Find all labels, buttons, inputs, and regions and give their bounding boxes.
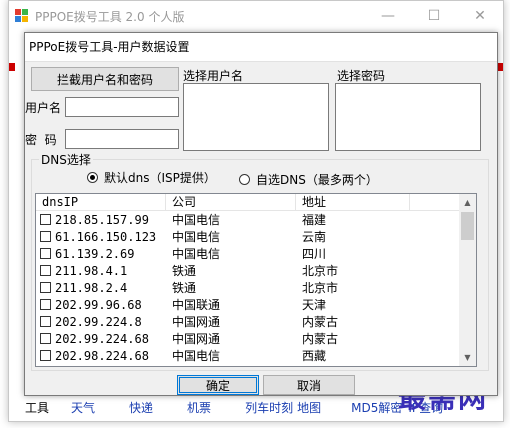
radio-custom-label: 自选DNS（最多两个）: [256, 173, 378, 187]
company-cell: 中国网通: [172, 332, 221, 346]
app-logo-icon: [15, 9, 29, 23]
table-row[interactable]: 202.99.224.8 中国网通 内蒙古: [36, 313, 476, 330]
left-red-marker: [9, 63, 15, 71]
row-checkbox[interactable]: [40, 282, 51, 293]
company-cell: 中国电信: [172, 213, 221, 227]
user-data-settings-dialog: PPPoE拨号工具-用户数据设置 拦截用户名和密码 用户名 密 码 选择用户名 …: [24, 32, 498, 396]
row-checkbox[interactable]: [40, 333, 51, 344]
location-cell: 北京市: [302, 281, 339, 295]
row-checkbox[interactable]: [40, 350, 51, 361]
col-header-company[interactable]: 公司: [166, 194, 296, 210]
maximize-icon[interactable]: ☐: [411, 1, 457, 31]
train-link[interactable]: 列车时刻: [245, 399, 293, 416]
main-title-text: PPPOE拨号工具 2.0 个人版: [35, 9, 185, 24]
dns-ip-cell: 202.99.96.68: [55, 297, 142, 312]
select-password-label: 选择密码: [337, 69, 386, 83]
radio-default-indicator: [87, 172, 98, 183]
dns-list-view[interactable]: dnsIP 公司 地址 218.85.157.99 中国电信 福建 61.166.15…: [35, 193, 477, 367]
username-label: 用户名: [25, 101, 62, 115]
table-row[interactable]: 61.139.2.69 中国电信 四川: [36, 245, 476, 262]
row-checkbox[interactable]: [40, 299, 51, 310]
dns-ip-cell: 202.99.224.68: [55, 331, 149, 346]
location-cell: 内蒙古: [302, 332, 339, 346]
dns-ip-cell: 218.85.157.99: [55, 212, 149, 227]
dns-ip-cell: 202.98.224.68: [55, 348, 149, 363]
dns-ip-cell: 61.139.2.69: [55, 246, 135, 261]
radio-custom-dns[interactable]: 自选DNS（最多两个）: [239, 171, 378, 188]
radio-custom-indicator: [239, 174, 250, 185]
list-header: dnsIP 公司 地址: [36, 194, 476, 211]
dns-ip-cell: 211.98.2.4: [55, 280, 128, 295]
company-cell: 铁通: [172, 264, 197, 278]
list-body: 218.85.157.99 中国电信 福建 61.166.150.123 中国电信 云南 6…: [36, 211, 476, 364]
minimize-icon[interactable]: —: [365, 1, 411, 31]
company-cell: 中国网通: [172, 315, 221, 329]
col-header-address[interactable]: 地址: [296, 194, 410, 210]
table-row[interactable]: 202.99.96.68 中国联通 天津: [36, 296, 476, 313]
express-link[interactable]: 快递: [129, 399, 153, 416]
location-cell: 福建: [302, 213, 327, 227]
col-header-extra[interactable]: [410, 194, 460, 210]
company-cell: 中国电信: [172, 230, 221, 244]
location-cell: 内蒙古: [302, 315, 339, 329]
username-listbox[interactable]: [183, 83, 329, 151]
row-checkbox[interactable]: [40, 214, 51, 225]
cancel-button[interactable]: 取消: [263, 375, 355, 395]
location-cell: 云南: [302, 230, 327, 244]
weather-link[interactable]: 天气: [71, 399, 95, 416]
dialog-title: PPPoE拨号工具-用户数据设置: [25, 33, 497, 62]
password-label: 密 码: [25, 133, 57, 147]
username-input[interactable]: [65, 97, 179, 117]
row-checkbox[interactable]: [40, 248, 51, 259]
table-row[interactable]: 211.98.2.4 铁通 北京市: [36, 279, 476, 296]
table-row[interactable]: 218.85.157.99 中国电信 福建: [36, 211, 476, 228]
select-username-label: 选择用户名: [183, 69, 244, 83]
intercept-credentials-button[interactable]: 拦截用户名和密码: [31, 67, 179, 91]
dns-ip-cell: 61.166.150.123: [55, 229, 157, 244]
radio-default-dns[interactable]: 默认dns（ISP提供）: [87, 169, 216, 186]
location-cell: 北京市: [302, 264, 339, 278]
flight-link[interactable]: 机票: [187, 399, 211, 416]
row-checkbox[interactable]: [40, 316, 51, 327]
bottom-tool-bar: 工具 天气 快递 机票 列车时刻 地图 MD5解密 IP查询: [25, 399, 443, 416]
scroll-thumb[interactable]: [461, 212, 474, 240]
company-cell: 铁通: [172, 281, 197, 295]
tools-label: 工具: [25, 401, 50, 415]
dns-group-label: DNS选择: [39, 151, 93, 168]
map-link[interactable]: 地图: [297, 399, 321, 416]
password-listbox[interactable]: [335, 83, 481, 151]
dns-ip-cell: 202.99.224.8: [55, 314, 142, 329]
row-checkbox[interactable]: [40, 265, 51, 276]
company-cell: 中国联通: [172, 298, 221, 312]
company-cell: 中国电信: [172, 349, 221, 363]
scroll-up-icon[interactable]: ▲: [459, 194, 476, 211]
md5-link[interactable]: MD5解密: [351, 399, 402, 416]
row-checkbox[interactable]: [40, 231, 51, 242]
table-row[interactable]: 211.98.4.1 铁通 北京市: [36, 262, 476, 279]
location-cell: 天津: [302, 298, 327, 312]
table-row[interactable]: 202.99.224.68 中国网通 内蒙古: [36, 330, 476, 347]
table-row[interactable]: 202.98.224.68 中国电信 西藏: [36, 347, 476, 364]
location-cell: 四川: [302, 247, 327, 261]
ok-button[interactable]: 确定: [177, 375, 259, 395]
dns-ip-cell: 211.98.4.1: [55, 263, 128, 278]
location-cell: 西藏: [302, 349, 327, 363]
close-icon[interactable]: ✕: [457, 1, 503, 31]
table-row[interactable]: 61.166.150.123 中国电信 云南: [36, 228, 476, 245]
password-input[interactable]: [65, 129, 179, 149]
scroll-down-icon[interactable]: ▼: [459, 349, 476, 366]
vertical-scrollbar[interactable]: ▲ ▼: [459, 194, 476, 366]
company-cell: 中国电信: [172, 247, 221, 261]
radio-default-label: 默认dns（ISP提供）: [104, 171, 216, 185]
col-header-dnsip[interactable]: dnsIP: [36, 194, 166, 210]
